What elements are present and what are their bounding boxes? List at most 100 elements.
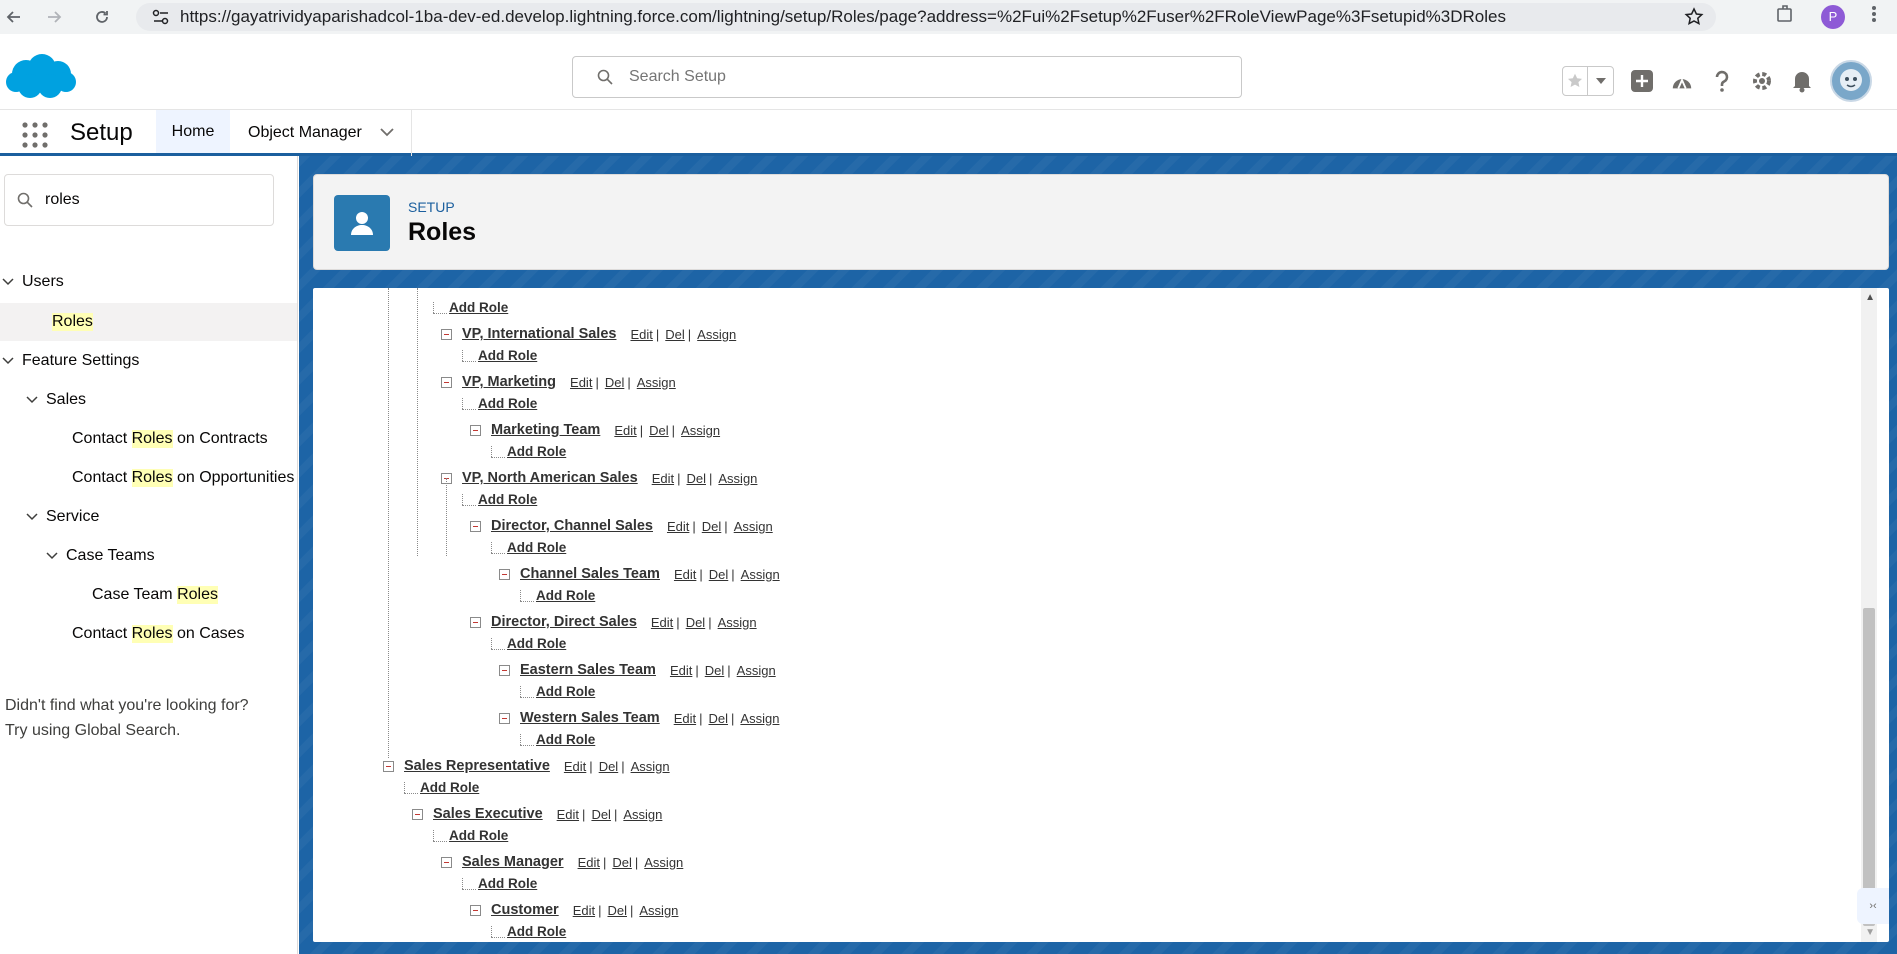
favorites-star-icon[interactable] (1563, 67, 1588, 95)
assign-link[interactable]: Assign (740, 711, 779, 726)
assign-link[interactable]: Assign (631, 759, 670, 774)
collapse-toggle-icon[interactable] (470, 904, 481, 916)
trailhead-icon[interactable] (1670, 69, 1694, 93)
role-name-link[interactable]: Eastern Sales Team (520, 662, 656, 678)
assign-link[interactable]: Assign (741, 567, 780, 582)
sidebar-item-contact-roles-contracts[interactable]: Contact Roles on Contracts (0, 430, 268, 448)
chevron-down-icon[interactable] (24, 513, 40, 521)
edit-link[interactable]: Edit (557, 807, 579, 822)
notifications-bell-icon[interactable] (1790, 69, 1814, 93)
assign-link[interactable]: Assign (697, 327, 736, 342)
chevron-down-icon[interactable] (24, 396, 40, 404)
edit-link[interactable]: Edit (614, 423, 636, 438)
role-name-link[interactable]: Customer (491, 902, 559, 918)
help-icon[interactable] (1710, 69, 1734, 93)
assign-link[interactable]: Assign (737, 663, 776, 678)
bookmark-star-icon[interactable] (1684, 7, 1704, 32)
edit-link[interactable]: Edit (570, 375, 592, 390)
edit-link[interactable]: Edit (667, 519, 689, 534)
delete-link[interactable]: Del (686, 615, 706, 630)
add-role-link[interactable]: Add Role (507, 444, 566, 459)
edit-link[interactable]: Edit (652, 471, 674, 486)
assign-link[interactable]: Assign (644, 855, 683, 870)
salesforce-logo[interactable] (4, 52, 78, 107)
add-role-link[interactable]: Add Role (449, 828, 508, 843)
sidebar-item-contact-roles-cases[interactable]: Contact Roles on Cases (0, 625, 245, 643)
role-name-link[interactable]: Marketing Team (491, 422, 600, 438)
collapse-toggle-icon[interactable] (470, 616, 481, 628)
site-settings-icon[interactable] (152, 9, 170, 30)
add-role-link[interactable]: Add Role (536, 732, 595, 747)
delete-link[interactable]: Del (686, 471, 706, 486)
back-icon[interactable] (0, 3, 28, 31)
address-bar[interactable]: https://gayatrividyaparishadcol-1ba-dev-… (136, 3, 1716, 31)
sidebar-item-users[interactable]: Users (0, 273, 64, 291)
add-role-link[interactable]: Add Role (507, 540, 566, 555)
add-role-link[interactable]: Add Role (478, 492, 537, 507)
sidebar-item-case-team-roles[interactable]: Case Team Roles (0, 586, 218, 604)
role-name-link[interactable]: Sales Manager (462, 854, 564, 870)
add-role-link[interactable]: Add Role (507, 924, 566, 939)
setup-gear-icon[interactable] (1750, 69, 1774, 93)
global-actions-icon[interactable] (1630, 69, 1654, 93)
role-name-link[interactable]: Western Sales Team (520, 710, 660, 726)
sidebar-item-sales[interactable]: Sales (0, 391, 86, 409)
chevron-down-icon[interactable] (0, 357, 16, 365)
add-role-link[interactable]: Add Role (478, 348, 537, 363)
user-avatar[interactable] (1830, 60, 1872, 102)
edit-link[interactable]: Edit (670, 663, 692, 678)
sidebar-item-case-teams[interactable]: Case Teams (0, 547, 155, 565)
assign-link[interactable]: Assign (681, 423, 720, 438)
collapse-toggle-icon[interactable] (499, 664, 510, 676)
role-name-link[interactable]: Sales Representative (404, 758, 550, 774)
collapse-toggle-icon[interactable] (499, 568, 510, 580)
delete-link[interactable]: Del (702, 519, 722, 534)
quick-find-box[interactable] (4, 174, 274, 226)
delete-link[interactable]: Del (591, 807, 611, 822)
browser-profile-avatar[interactable]: P (1821, 4, 1845, 29)
browser-menu-icon[interactable] (1871, 4, 1877, 29)
reload-icon[interactable] (88, 3, 116, 31)
edit-link[interactable]: Edit (573, 903, 595, 918)
role-name-link[interactable]: VP, International Sales (462, 326, 616, 342)
edit-link[interactable]: Edit (674, 711, 696, 726)
delete-link[interactable]: Del (607, 903, 627, 918)
role-name-link[interactable]: Channel Sales Team (520, 566, 660, 582)
tab-object-manager[interactable]: Object Manager (232, 110, 412, 156)
chevron-down-icon[interactable] (0, 278, 16, 286)
edit-link[interactable]: Edit (564, 759, 586, 774)
assign-link[interactable]: Assign (718, 471, 757, 486)
role-name-link[interactable]: VP, North American Sales (462, 470, 638, 486)
assign-link[interactable]: Assign (623, 807, 662, 822)
collapse-handle-icon[interactable]: ›‹ (1857, 888, 1889, 924)
role-name-link[interactable]: Director, Direct Sales (491, 614, 637, 630)
assign-link[interactable]: Assign (718, 615, 757, 630)
add-role-link[interactable]: Add Role (507, 636, 566, 651)
delete-link[interactable]: Del (705, 663, 725, 678)
edit-link[interactable]: Edit (630, 327, 652, 342)
sidebar-item-roles[interactable]: Roles (0, 303, 297, 341)
delete-link[interactable]: Del (709, 711, 729, 726)
scrollbar-thumb[interactable] (1863, 608, 1875, 926)
delete-link[interactable]: Del (665, 327, 685, 342)
chevron-down-icon[interactable] (44, 552, 60, 560)
tab-home[interactable]: Home (156, 110, 230, 156)
favorites-dropdown-icon[interactable] (1588, 67, 1613, 95)
forward-icon[interactable] (40, 3, 68, 31)
delete-link[interactable]: Del (605, 375, 625, 390)
assign-link[interactable]: Assign (637, 375, 676, 390)
role-name-link[interactable]: VP, Marketing (462, 374, 556, 390)
app-launcher-icon[interactable] (22, 122, 48, 153)
edit-link[interactable]: Edit (674, 567, 696, 582)
add-role-link[interactable]: Add Role (449, 300, 508, 315)
chevron-down-icon[interactable] (380, 124, 394, 142)
global-search-input[interactable] (627, 67, 1207, 87)
extensions-icon[interactable] (1775, 4, 1795, 29)
role-name-link[interactable]: Sales Executive (433, 806, 543, 822)
scroll-down-arrow-icon[interactable]: ▼ (1865, 927, 1875, 938)
add-role-link[interactable]: Add Role (478, 396, 537, 411)
edit-link[interactable]: Edit (651, 615, 673, 630)
sidebar-item-service[interactable]: Service (0, 508, 99, 526)
add-role-link[interactable]: Add Role (536, 588, 595, 603)
delete-link[interactable]: Del (612, 855, 632, 870)
